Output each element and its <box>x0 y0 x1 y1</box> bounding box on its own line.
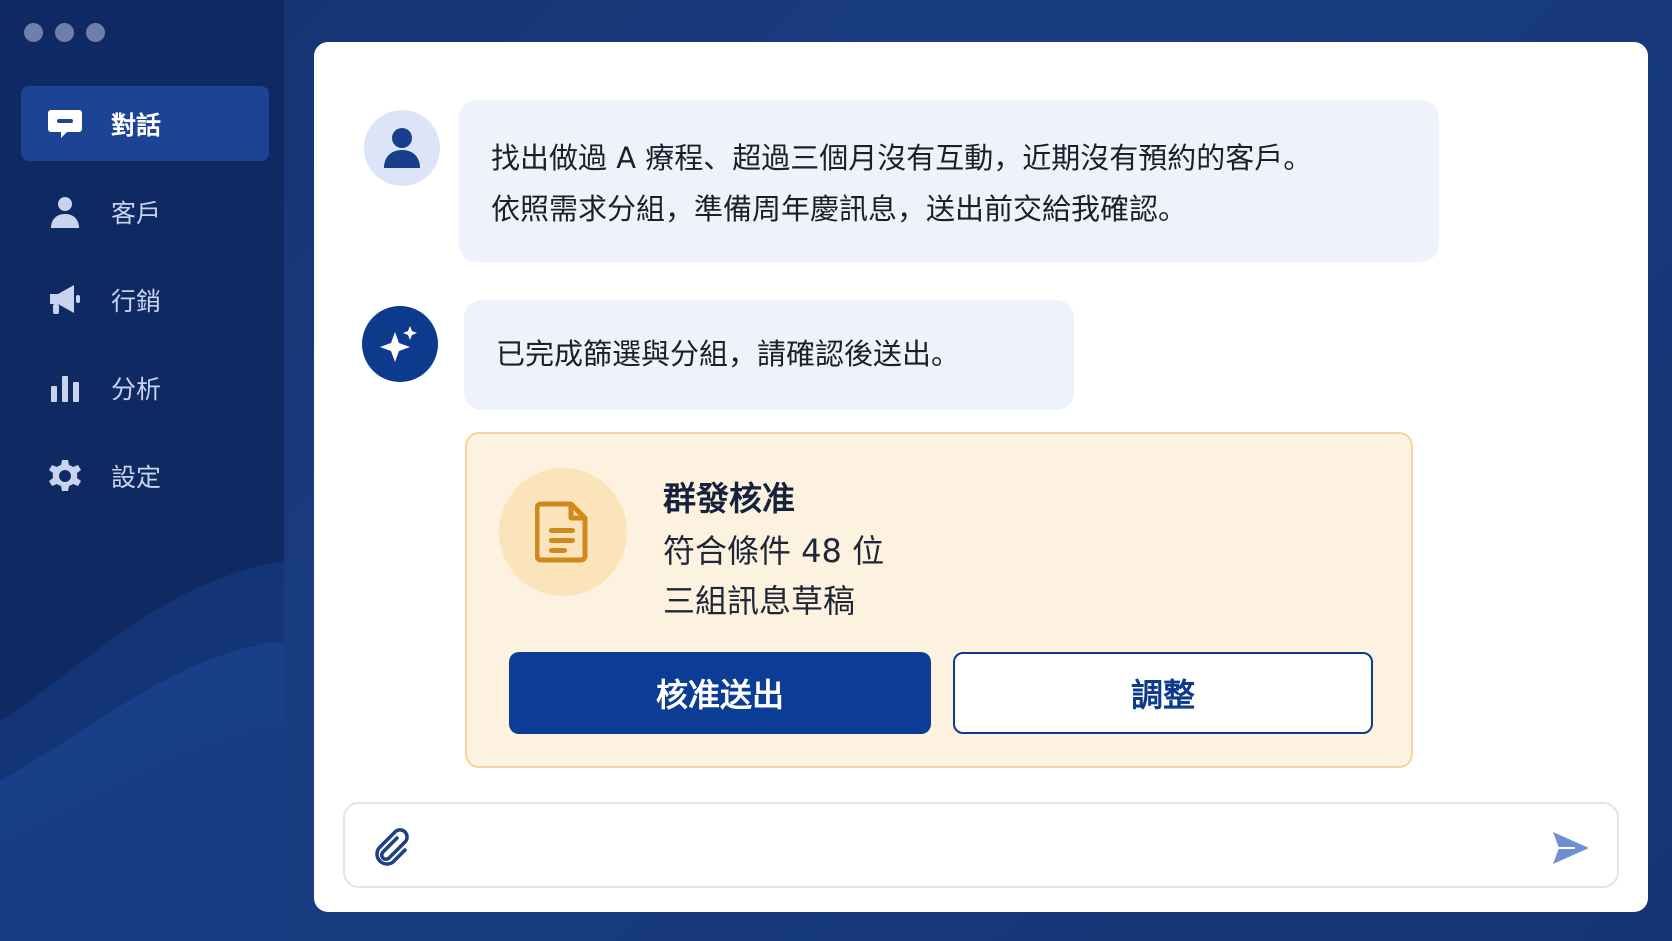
approval-card: 群發核准 符合條件 48 位 三組訊息草稿 核准送出 調整 <box>465 432 1413 768</box>
chat-panel: 找出做過 A 療程、超過三個月沒有互動，近期沒有預約的客戶。 依照需求分組，準備… <box>314 42 1648 912</box>
gear-icon <box>45 456 85 496</box>
sidebar-item-label: 行銷 <box>111 286 162 316</box>
user-avatar <box>364 110 440 186</box>
paperclip-icon[interactable] <box>367 824 411 868</box>
chat-icon <box>45 104 85 144</box>
document-icon <box>535 501 588 563</box>
sidebar-item-chat[interactable]: 對話 <box>21 86 269 161</box>
user-message-bubble: 找出做過 A 療程、超過三個月沒有互動，近期沒有預約的客戶。 依照需求分組，準備… <box>459 100 1439 262</box>
message-input[interactable] <box>425 818 1525 874</box>
sidebar-wave-decoration <box>0 561 284 941</box>
user-message-line: 依照需求分組，準備周年慶訊息，送出前交給我確認。 <box>491 192 1188 226</box>
message-composer <box>343 802 1619 888</box>
window-close-dot[interactable] <box>24 23 43 42</box>
sidebar: 對話 客戶 行銷 分析 設定 <box>0 0 284 941</box>
sidebar-item-label: 設定 <box>111 462 162 492</box>
sidebar-item-label: 客戶 <box>111 198 162 228</box>
approval-card-icon-circle <box>499 468 627 596</box>
user-message-line: 找出做過 A 療程、超過三個月沒有互動，近期沒有預約的客戶。 <box>491 141 1313 175</box>
window-maximize-dot[interactable] <box>86 23 105 42</box>
sidebar-item-label: 分析 <box>111 374 162 404</box>
adjust-button[interactable]: 調整 <box>953 652 1373 734</box>
sidebar-nav: 對話 客戶 行銷 分析 設定 <box>21 86 269 526</box>
approval-card-detail: 符合條件 48 位 <box>663 532 885 570</box>
sidebar-item-customers[interactable]: 客戶 <box>21 174 269 249</box>
assistant-message-text: 已完成篩選與分組，請確認後送出。 <box>496 337 961 371</box>
assistant-avatar <box>362 306 438 382</box>
send-icon[interactable] <box>1549 826 1593 870</box>
person-icon <box>384 128 420 168</box>
sidebar-item-settings[interactable]: 設定 <box>21 438 269 513</box>
approve-send-button[interactable]: 核准送出 <box>509 652 931 734</box>
sidebar-item-marketing[interactable]: 行銷 <box>21 262 269 337</box>
approval-card-detail: 三組訊息草稿 <box>663 582 856 620</box>
window-controls <box>24 23 105 42</box>
megaphone-icon <box>45 280 85 320</box>
window-minimize-dot[interactable] <box>55 23 74 42</box>
sparkle-icon <box>380 326 417 362</box>
sidebar-item-analytics[interactable]: 分析 <box>21 350 269 425</box>
bar-chart-icon <box>45 368 85 408</box>
sidebar-item-label: 對話 <box>111 110 162 140</box>
approval-card-title: 群發核准 <box>663 479 795 518</box>
person-icon <box>45 192 85 232</box>
assistant-message-bubble: 已完成篩選與分組，請確認後送出。 <box>464 300 1074 410</box>
